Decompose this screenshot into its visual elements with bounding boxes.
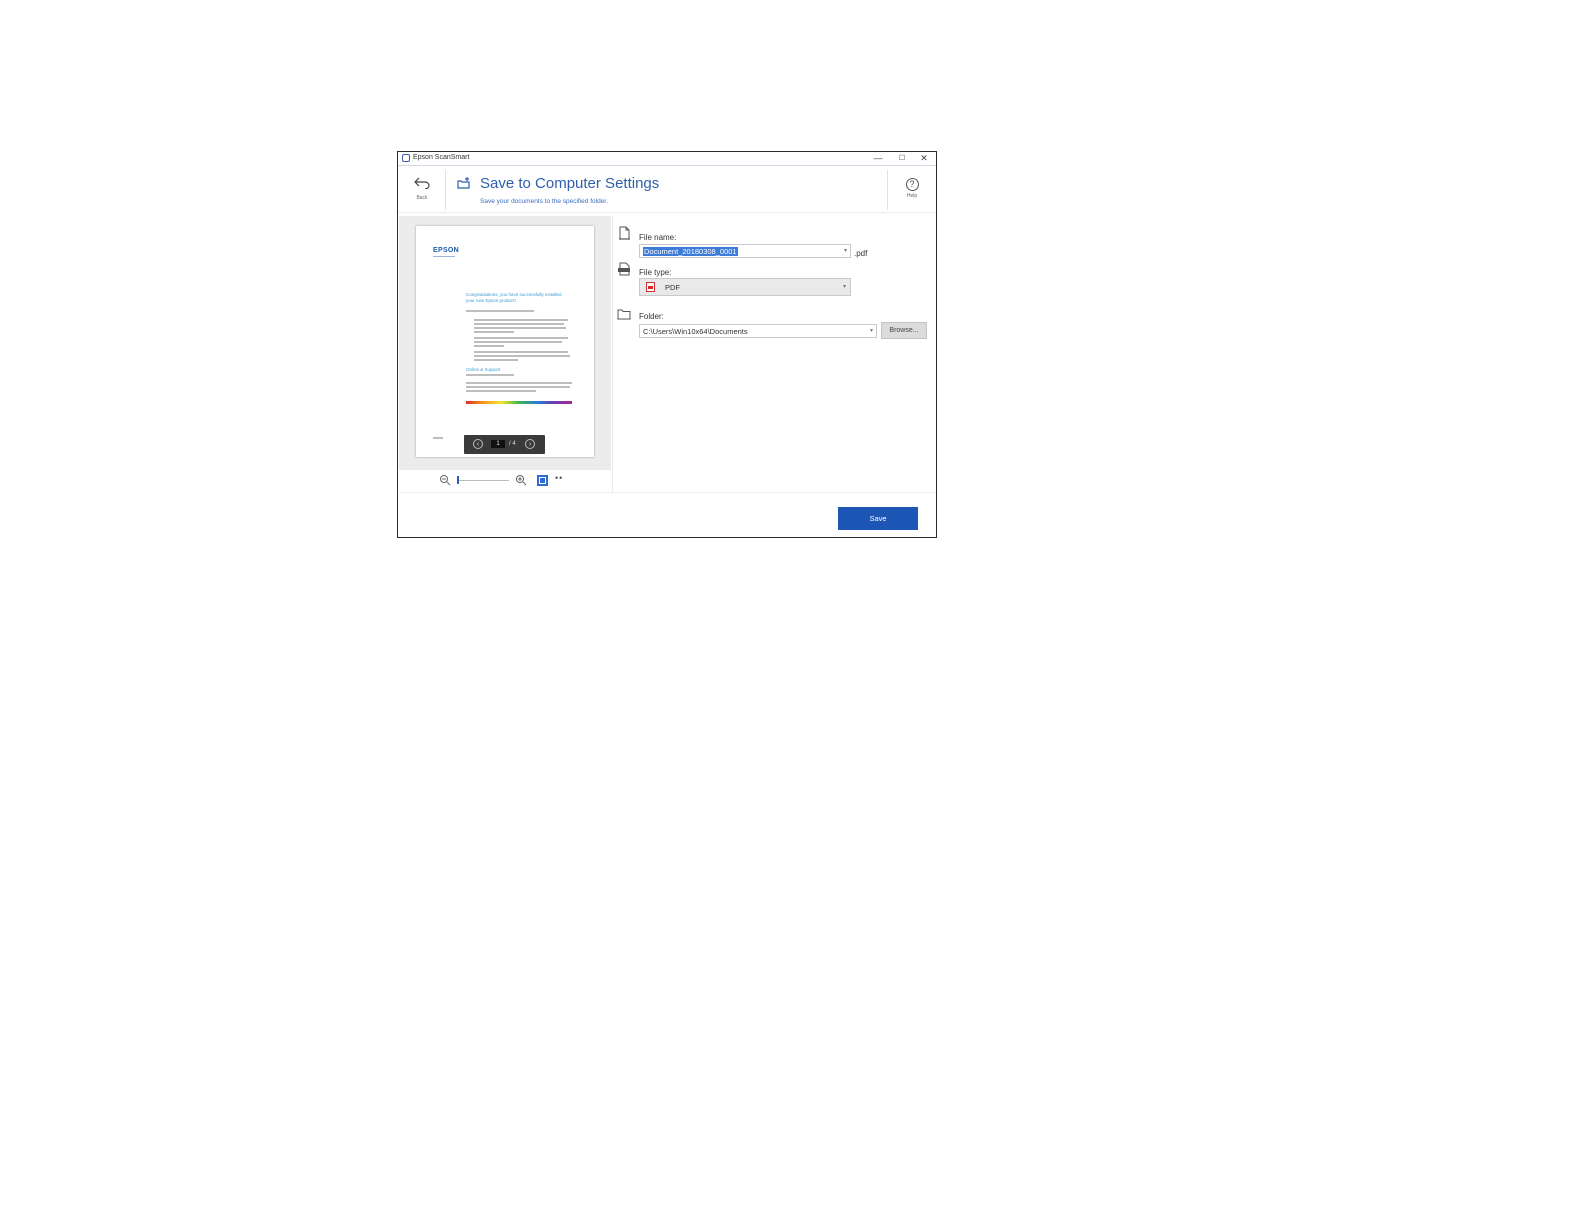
- preview-logo: EPSON: [433, 247, 460, 254]
- page-navigator: ‹ 1 / 4 ›: [464, 435, 545, 454]
- preview-text-line: [474, 355, 570, 357]
- title-bar: Epson ScanSmart — ☐ ✕: [398, 152, 936, 166]
- folder-dropdown-icon[interactable]: ▾: [870, 327, 873, 336]
- prev-page-button[interactable]: ‹: [473, 439, 483, 449]
- help-icon: ?: [905, 178, 919, 191]
- help-button[interactable]: ? Help: [900, 178, 924, 199]
- zoom-in-icon[interactable]: [515, 474, 527, 486]
- preview-text-line: [474, 351, 568, 353]
- preview-logo-rule: [433, 256, 455, 257]
- preview-text-line: [474, 359, 518, 361]
- file-name-input[interactable]: Document_20180308_0001 ▾: [639, 244, 851, 258]
- zoom-toolbar: ••: [399, 470, 611, 493]
- panel-divider: [612, 216, 613, 492]
- preview-heading: Congratulations, you have successfully i…: [466, 292, 562, 303]
- minimize-button[interactable]: —: [872, 153, 884, 164]
- more-icon[interactable]: ••: [555, 473, 563, 483]
- footer-divider: [399, 492, 935, 493]
- preview-text-line: [474, 319, 568, 321]
- preview-text-line: [466, 390, 536, 392]
- fit-page-icon[interactable]: [537, 475, 548, 486]
- folder-label: Folder:: [639, 312, 664, 321]
- document-preview-page: EPSON Congratulations, you have successf…: [416, 226, 594, 457]
- preview-text-line: [474, 323, 564, 325]
- file-type-select[interactable]: PDF ▾: [639, 278, 851, 296]
- back-label: Back: [416, 195, 428, 201]
- back-icon: [414, 177, 430, 190]
- folder-icon: [617, 309, 631, 320]
- page-subtitle: Save your documents to the specified fol…: [480, 198, 608, 205]
- file-type-value: PDF: [665, 283, 680, 292]
- preview-text-line: [466, 374, 514, 376]
- maximize-button[interactable]: ☐: [896, 153, 908, 164]
- browse-button[interactable]: Browse...: [881, 322, 927, 339]
- folder-input[interactable]: C:\Users\Win10x64\Documents ▾: [639, 324, 877, 338]
- preview-text-line: [466, 382, 572, 384]
- preview-text-line: [474, 345, 504, 347]
- close-button[interactable]: ✕: [918, 153, 930, 164]
- file-name-label: File name:: [639, 233, 677, 242]
- preview-text-line: [474, 327, 566, 329]
- back-button[interactable]: Back: [406, 176, 438, 206]
- file-icon: [619, 226, 630, 240]
- app-title: Epson ScanSmart: [413, 154, 470, 161]
- file-type-icon: [618, 262, 630, 276]
- header-divider-right: [887, 170, 888, 210]
- preview-subheading: Online & Support: [466, 367, 501, 372]
- app-icon: [402, 154, 410, 162]
- page-title: Save to Computer Settings: [480, 175, 660, 192]
- preview-text-line: [474, 341, 562, 343]
- preview-panel[interactable]: EPSON Congratulations, you have successf…: [399, 216, 611, 470]
- folder-value: C:\Users\Win10x64\Documents: [643, 327, 748, 336]
- preview-footer-line: [433, 437, 443, 439]
- page-total: / 4: [509, 441, 516, 447]
- preview-text-line: [466, 310, 534, 312]
- scansmart-window: Epson ScanSmart — ☐ ✕ Back Save to Compu…: [397, 151, 937, 538]
- file-extension: .pdf: [854, 249, 868, 258]
- zoom-slider-track[interactable]: [457, 480, 509, 481]
- preview-text-line: [474, 337, 568, 339]
- page-number-input[interactable]: 1: [491, 440, 505, 448]
- file-name-dropdown-icon[interactable]: ▾: [844, 247, 847, 256]
- pdf-icon: [646, 282, 655, 292]
- save-to-computer-icon: [457, 177, 470, 189]
- next-page-button[interactable]: ›: [525, 439, 535, 449]
- header-divider: [445, 170, 446, 210]
- preview-color-bar: [466, 401, 572, 404]
- file-name-value: Document_20180308_0001: [643, 247, 738, 256]
- help-label: Help: [906, 193, 918, 199]
- preview-text-line: [466, 386, 570, 388]
- save-button[interactable]: Save: [838, 507, 918, 530]
- file-type-dropdown-icon: ▾: [842, 284, 846, 290]
- header: Back Save to Computer Settings Save your…: [398, 166, 936, 213]
- file-type-label: File type:: [639, 268, 672, 277]
- zoom-slider-thumb[interactable]: [457, 476, 459, 484]
- zoom-out-icon[interactable]: [439, 474, 451, 486]
- preview-text-line: [474, 331, 514, 333]
